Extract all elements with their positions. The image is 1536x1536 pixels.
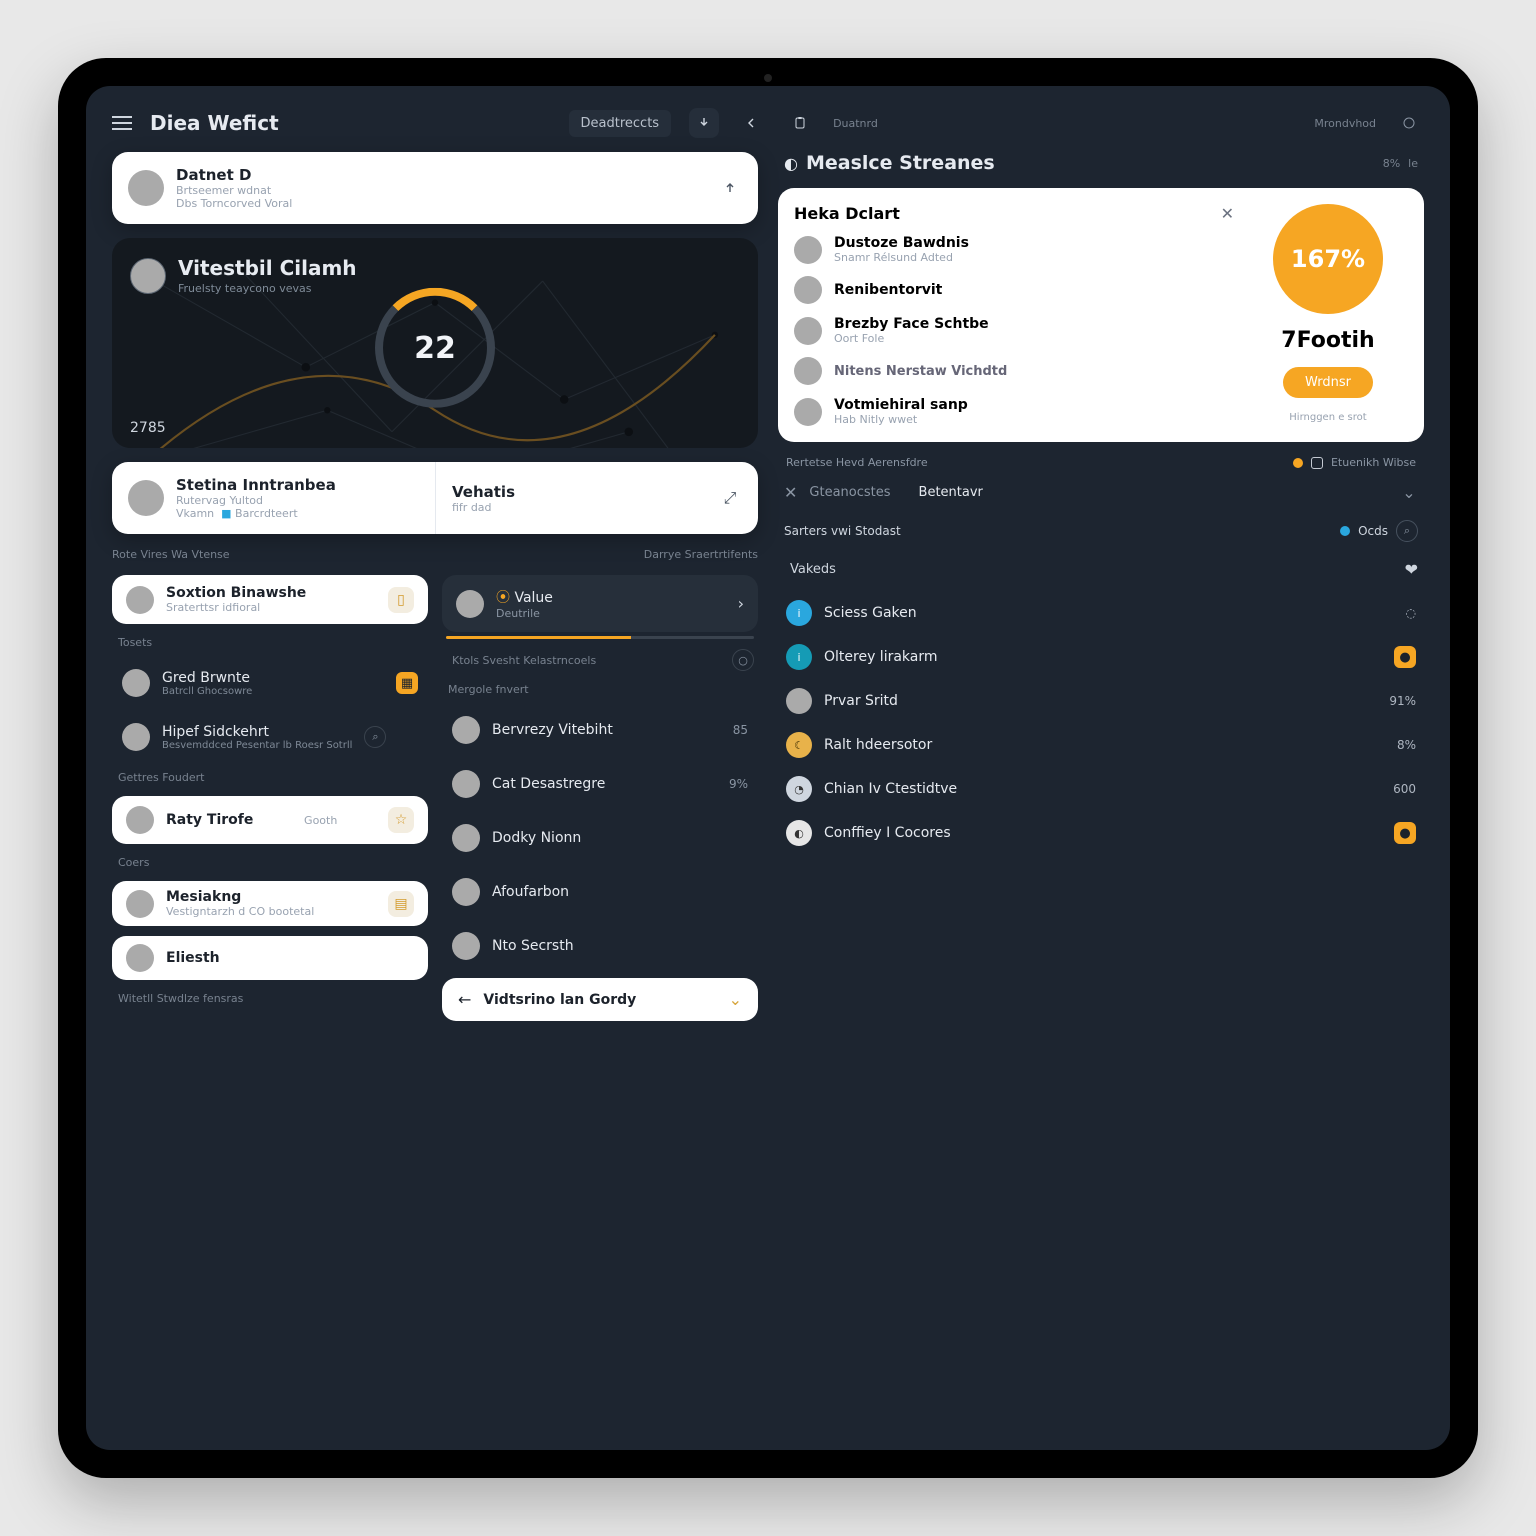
heart-icon[interactable]: ❤ (1405, 560, 1418, 579)
arrow-left-icon: ← (458, 990, 471, 1009)
chevron-left-icon[interactable] (737, 108, 767, 138)
bookmark-icon[interactable]: ▯ (388, 587, 414, 613)
avatar (122, 723, 150, 751)
action-button[interactable]: Wrdnsr (1283, 367, 1373, 398)
chip-decadtreccts[interactable]: Deadtreccts (569, 110, 672, 137)
avatar (122, 669, 150, 697)
value-tile[interactable]: ⦿ ValueDeutrile › (442, 575, 758, 632)
dot-icon (1340, 526, 1350, 536)
list-item[interactable]: Soxtion BinawsheSraterttsr idfioral ▯ (112, 575, 428, 624)
list-item[interactable]: Nto Secrsth (442, 924, 758, 968)
dot-icon (1293, 458, 1303, 468)
chat-icon: ◌ (1406, 606, 1416, 620)
checkbox[interactable] (1311, 457, 1323, 469)
split-left-title: Stetina Inntranbea (176, 476, 336, 494)
section-label: Rote Vires Wa Vtense (112, 548, 230, 561)
avatar (126, 586, 154, 614)
list-item[interactable]: iOlterey lirakarm● (778, 637, 1424, 677)
wide-button[interactable]: ← Vidtsrino lan Gordy ⌄ (442, 978, 758, 1021)
top-duatnrd[interactable]: Duatnrd (833, 117, 878, 130)
list-item[interactable]: Bervrezy Vitebiht85 (442, 708, 758, 752)
arrow-up-icon (718, 176, 742, 200)
list-item[interactable]: MesiakngVestigntarzh d CO bootetal ▤ (112, 881, 428, 926)
list-item[interactable]: Afoufarbon (442, 870, 758, 914)
chevron-down-icon: ⌄ (729, 990, 742, 1009)
clipboard-icon[interactable] (785, 108, 815, 138)
profile-card[interactable]: Datnet D Brtseemer wdnat Dbs Torncorved … (112, 152, 758, 224)
topbar: Diea Wefict Deadtreccts Duatnrd Mrondvho… (112, 108, 1424, 138)
badge-icon: ● (1394, 822, 1416, 844)
list-item[interactable]: Eliesth (112, 936, 428, 980)
badge-icon: ● (1394, 646, 1416, 668)
list-item[interactable]: Raty Tirofe Gooth ☆ (112, 796, 428, 844)
map-card[interactable]: Vitestbil Cilamh Fruelsty teaycono vevas… (112, 238, 758, 448)
list-item[interactable]: Gred BrwnteBatrcll Ghocsowre ▦ (112, 661, 428, 705)
list-item[interactable]: iSciess Gaken◌ (778, 593, 1424, 633)
detail-panel: Heka Dclart✕ Dustoze BawdnisSnamr Rélsun… (778, 188, 1424, 442)
search-icon[interactable]: ⌕ (364, 726, 386, 748)
chevron-right-icon: › (738, 594, 744, 613)
split-right[interactable]: Vehatis fifr dad ⤢ (435, 462, 758, 534)
list-item[interactable]: ◐Conffiey I Cocores● (778, 813, 1424, 853)
list-item[interactable]: Dodky Nionn (442, 816, 758, 860)
section-label: Darrye Sraertrtifents (644, 548, 758, 561)
profile-sub1: Brtseemer wdnat (176, 184, 292, 197)
chevron-down-icon[interactable]: ⌄ (1400, 484, 1418, 502)
tab[interactable]: Gteanocstes (809, 485, 890, 500)
panel-title: Heka Dclart (794, 204, 900, 223)
list-item[interactable]: ☾Ralt hdeersotor8% (778, 725, 1424, 765)
avatar (130, 258, 166, 294)
top-right-label[interactable]: Mrondvhod (1314, 117, 1376, 130)
list-item[interactable]: Cat Desastregre9% (442, 762, 758, 806)
note-icon[interactable]: ▤ (388, 891, 414, 917)
menu-icon[interactable] (112, 116, 132, 130)
panel-big-value: 7Footih (1281, 328, 1374, 353)
star-icon[interactable]: ☆ (388, 807, 414, 833)
avatar (126, 806, 154, 834)
split-right-title: Vehatis (452, 483, 706, 501)
split-right-sub: fifr dad (452, 501, 706, 514)
calendar-icon[interactable]: ▦ (396, 672, 418, 694)
search-icon[interactable]: ⌕ (1396, 520, 1418, 542)
list-item[interactable]: Hipef SidckehrtBesvemddced Pesentar lb R… (112, 715, 428, 759)
section-title: Measlce Streanes (806, 152, 995, 174)
list-item[interactable]: Prvar Sritd91% (778, 681, 1424, 721)
avatar (126, 944, 154, 972)
split-card: Stetina Inntranbea Rutervag Yultod Vkamn… (112, 462, 758, 534)
avatar (456, 590, 484, 618)
close-icon[interactable]: ✕ (784, 483, 797, 502)
percentage-badge: 167% (1273, 204, 1383, 314)
avatar (128, 480, 164, 516)
circle-icon[interactable]: ○ (732, 649, 754, 671)
power-icon[interactable] (1394, 108, 1424, 138)
split-left-sub: Rutervag Yultod (176, 494, 336, 507)
progress-ring: 22 (375, 288, 495, 408)
map-title: Vitestbil Cilamh (178, 256, 357, 280)
app-title: Diea Wefict (150, 111, 551, 135)
tab-active[interactable]: Betentavr (919, 485, 983, 500)
subbar-label: Sarters vwi Stodast (784, 524, 901, 538)
profile-sub2: Dbs Torncorved Voral (176, 197, 292, 210)
map-corner-value: 2785 (130, 420, 166, 436)
avatar (128, 170, 164, 206)
split-left[interactable]: Stetina Inntranbea Rutervag Yultod Vkamn… (112, 462, 435, 534)
profile-name: Datnet D (176, 166, 292, 184)
compass-icon: ◐ (784, 154, 798, 173)
list-item[interactable]: ◔Chian Iv Ctestidtve600 (778, 769, 1424, 809)
expand-icon[interactable]: ⤢ (718, 486, 742, 510)
avatar (126, 890, 154, 918)
close-icon[interactable]: ✕ (1221, 204, 1234, 223)
download-icon[interactable] (689, 108, 719, 138)
map-sub: Fruelsty teaycono vevas (178, 282, 357, 295)
